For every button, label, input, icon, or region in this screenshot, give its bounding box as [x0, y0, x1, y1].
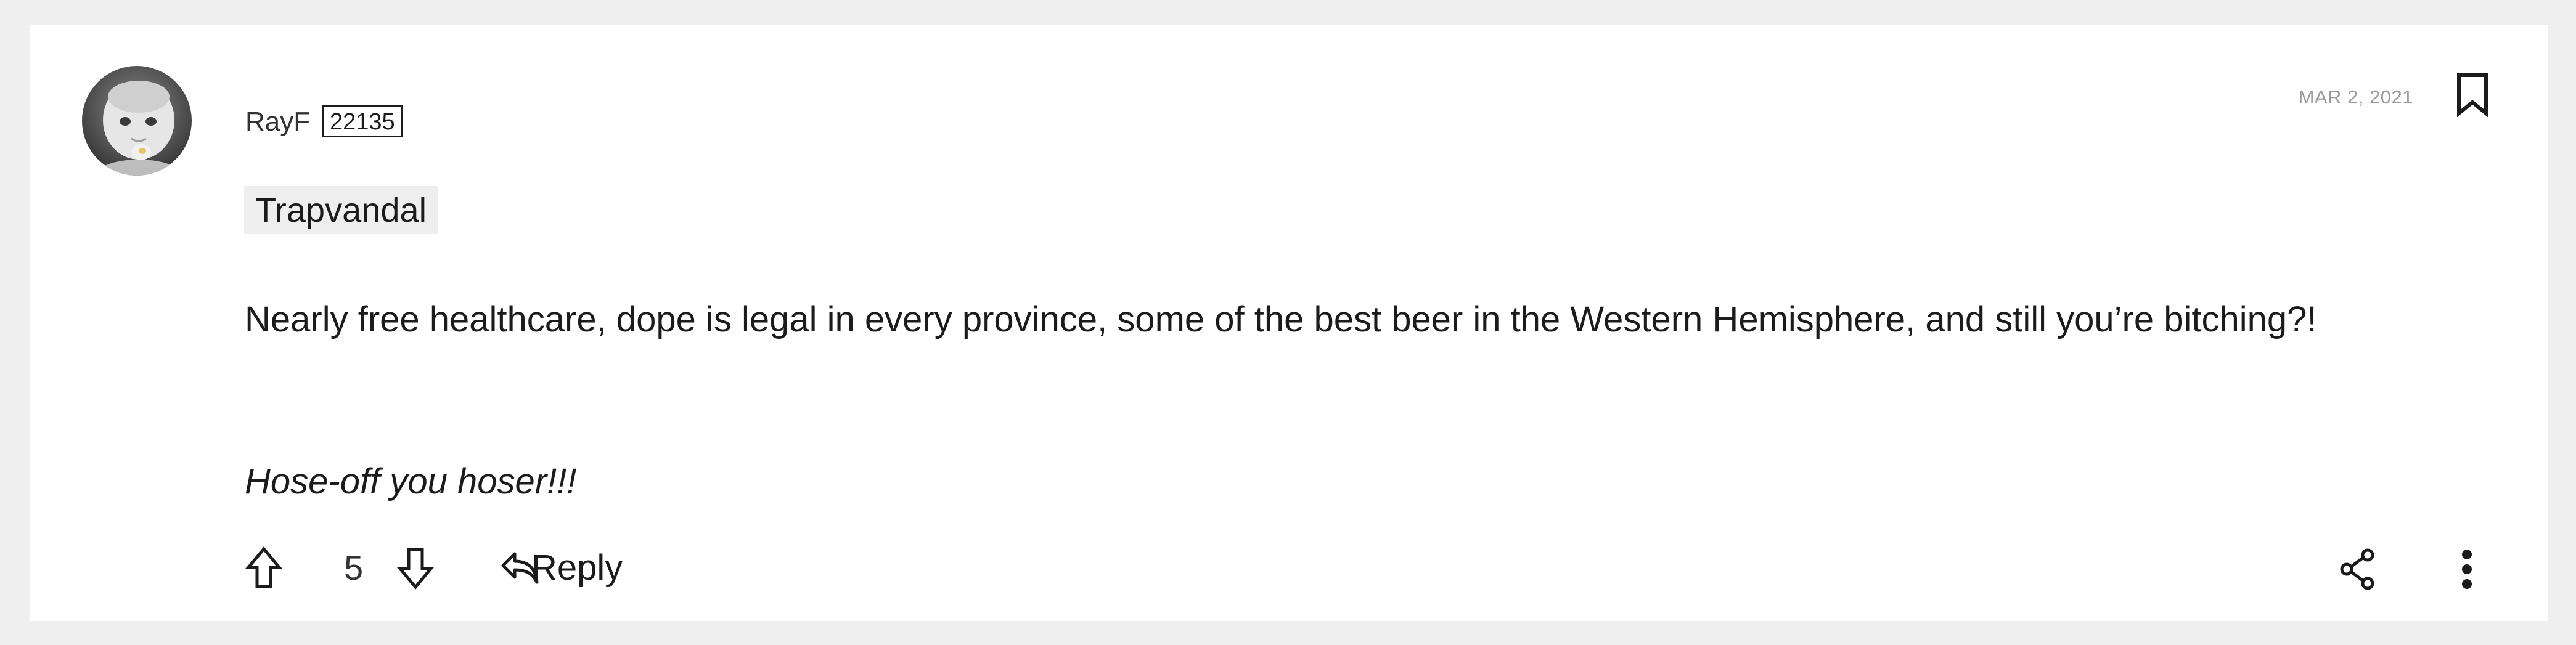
author-badge: 22135 — [322, 105, 403, 137]
share-icon[interactable] — [2336, 543, 2379, 595]
comment-body-italic: Hose-off you hoser!!! — [245, 461, 577, 501]
comment-card: RayF 22135 MAR 2, 2021 Trapvandal Nearly… — [30, 25, 2548, 621]
comment-body: Nearly free healthcare, dope is legal in… — [245, 299, 2317, 339]
comment-actions: 5 Reply — [244, 541, 2525, 596]
comment-date: MAR 2, 2021 — [2298, 86, 2413, 108]
bookmark-icon[interactable] — [2455, 73, 2490, 118]
reply-label: Reply — [531, 548, 623, 588]
arrow-up-icon[interactable] — [244, 543, 284, 593]
vote-count: 5 — [344, 548, 364, 587]
avatar-photo — [82, 66, 192, 176]
comment-headline: Trapvandal — [244, 186, 438, 234]
more-vertical-icon[interactable] — [2453, 543, 2480, 595]
arrow-down-icon[interactable] — [396, 543, 435, 593]
comment-author[interactable]: RayF — [245, 105, 310, 139]
avatar[interactable] — [82, 66, 192, 176]
